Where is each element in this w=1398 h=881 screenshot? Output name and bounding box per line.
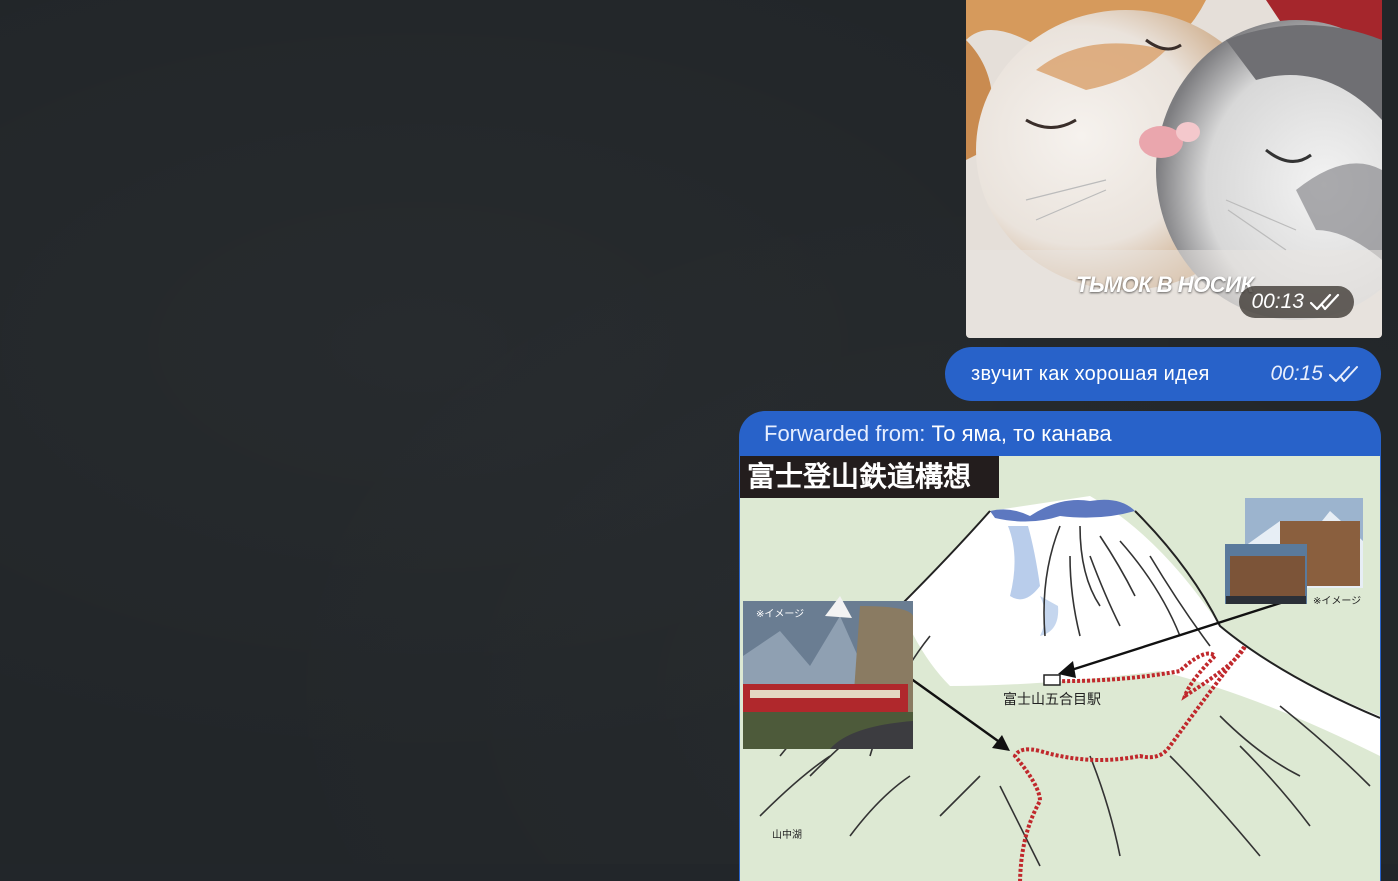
message-text: звучит как хорошая идея: [971, 362, 1210, 385]
message-time: 00:15: [1270, 362, 1323, 385]
image-note-right: ※イメージ: [1313, 596, 1362, 607]
video-caption: ТЬМОК В НОСИК: [1076, 272, 1254, 297]
forwarded-image[interactable]: 富士登山鉄道構想 富士山五合目駅 ※イメージ ※イメージ 山中湖: [740, 456, 1380, 881]
forwarded-prefix: Forwarded from:: [764, 421, 926, 446]
forwarded-header: Forwarded from: То яма, то канава: [764, 421, 1112, 447]
image-note-left: ※イメージ: [756, 609, 805, 620]
image-title: 富士登山鉄道構想: [740, 456, 999, 498]
lake-label: 山中湖: [772, 830, 802, 841]
message-meta: 00:15: [1270, 362, 1361, 386]
double-check-icon: [1310, 293, 1342, 311]
forwarded-message[interactable]: Forwarded from: То яма, то канава 富士登山鉄道…: [739, 411, 1381, 881]
video-time: 00:13: [1251, 290, 1304, 313]
station-label: 富士山五合目駅: [1003, 692, 1101, 708]
text-message[interactable]: звучит как хорошая идея 00:15: [945, 347, 1381, 401]
mountain-map: [740, 456, 1380, 881]
video-timestamp: 00:13: [1239, 286, 1354, 318]
forwarded-source-link[interactable]: То яма, то канава: [932, 421, 1112, 446]
video-message[interactable]: ТЬМОК В НОСИК 00:13: [966, 0, 1382, 338]
double-check-icon: [1329, 365, 1361, 383]
